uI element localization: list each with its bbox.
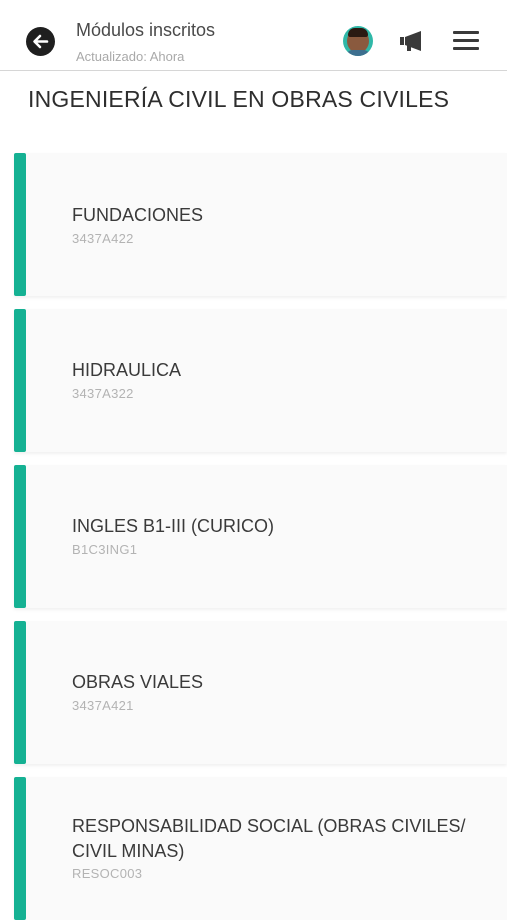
module-name: RESPONSABILIDAD SOCIAL (OBRAS CIVILES/ C… (72, 816, 466, 861)
user-avatar[interactable] (343, 26, 373, 56)
module-code: 3437A421 (72, 698, 134, 713)
module-code: 3437A322 (72, 386, 134, 401)
module-card[interactable]: FUNDACIONES 3437A422 (14, 153, 507, 296)
menu-line (453, 31, 479, 34)
career-title: INGENIERÍA CIVIL EN OBRAS CIVILES (28, 86, 450, 112)
module-card[interactable]: RESPONSABILIDAD SOCIAL (OBRAS CIVILES/ C… (14, 777, 507, 920)
header-title: Módulos inscritos (76, 20, 216, 40)
megaphone-icon[interactable] (399, 29, 425, 53)
module-code: 3437A422 (72, 231, 134, 246)
module-name: HIDRAULICA (72, 360, 182, 380)
card-accent-bar (14, 153, 26, 296)
menu-line (453, 47, 479, 50)
module-card[interactable]: OBRAS VIALES 3437A421 (14, 621, 507, 764)
module-code: B1C3ING1 (72, 542, 138, 557)
hamburger-menu-icon[interactable] (453, 30, 479, 52)
module-name: INGLES B1-III (CURICO) (72, 516, 275, 536)
card-accent-bar (14, 309, 26, 452)
module-name: FUNDACIONES (72, 205, 204, 225)
avatar-hair (348, 28, 368, 37)
module-code: RESOC003 (72, 866, 143, 881)
card-accent-bar (14, 777, 26, 920)
app-header: Módulos inscritos Actualizado: Ahora (0, 0, 507, 71)
card-accent-bar (14, 465, 26, 608)
avatar-shirt (345, 50, 371, 56)
module-name: OBRAS VIALES (72, 672, 204, 692)
back-button[interactable] (26, 27, 55, 56)
card-accent-bar (14, 621, 26, 764)
module-card[interactable]: HIDRAULICA 3437A322 (14, 309, 507, 452)
module-card[interactable]: INGLES B1-III (CURICO) B1C3ING1 (14, 465, 507, 608)
back-arrow-icon (33, 34, 49, 49)
header-subtitle: Actualizado: Ahora (76, 49, 185, 64)
menu-line (453, 39, 479, 42)
